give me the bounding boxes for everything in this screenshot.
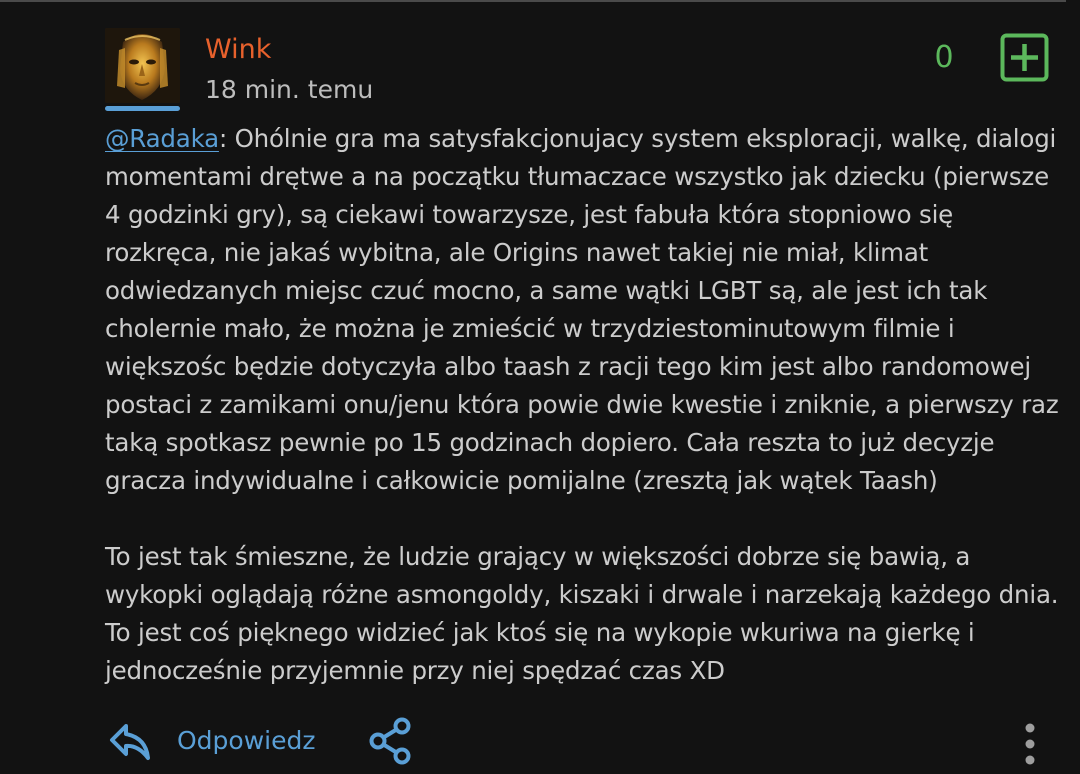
avatar-status-bar <box>105 106 180 111</box>
reply-label[interactable]: Odpowiedz <box>177 722 315 760</box>
share-icon <box>369 717 411 765</box>
more-vertical-icon <box>1025 723 1035 765</box>
upvote-button[interactable] <box>1000 33 1049 82</box>
comment-paragraph-1: @Radaka: Ohólnie gra ma satysfakcjonujac… <box>105 120 1060 500</box>
plus-square-icon <box>1000 33 1049 82</box>
share-button[interactable] <box>368 716 414 766</box>
reply-arrow-icon <box>110 724 150 760</box>
comment-body: @Radaka: Ohólnie gra ma satysfakcjonujac… <box>105 120 1060 690</box>
paragraph-1-text: : Ohólnie gra ma satysfakcjonujacy syste… <box>105 124 1059 495</box>
comment-card: Wink 18 min. temu 0 @Radaka: Ohólnie gra… <box>0 0 1080 773</box>
avatar-image <box>105 28 180 103</box>
vote-count: 0 <box>934 40 954 75</box>
comment-paragraph-2: To jest tak śmieszne, że ludzie grający … <box>105 542 1059 685</box>
avatar[interactable] <box>105 28 180 103</box>
timestamp: 18 min. temu <box>205 75 374 104</box>
more-options-button[interactable] <box>1016 720 1044 770</box>
mention-link[interactable]: @Radaka <box>105 124 219 153</box>
username[interactable]: Wink <box>205 32 271 68</box>
reply-button[interactable] <box>108 718 154 764</box>
